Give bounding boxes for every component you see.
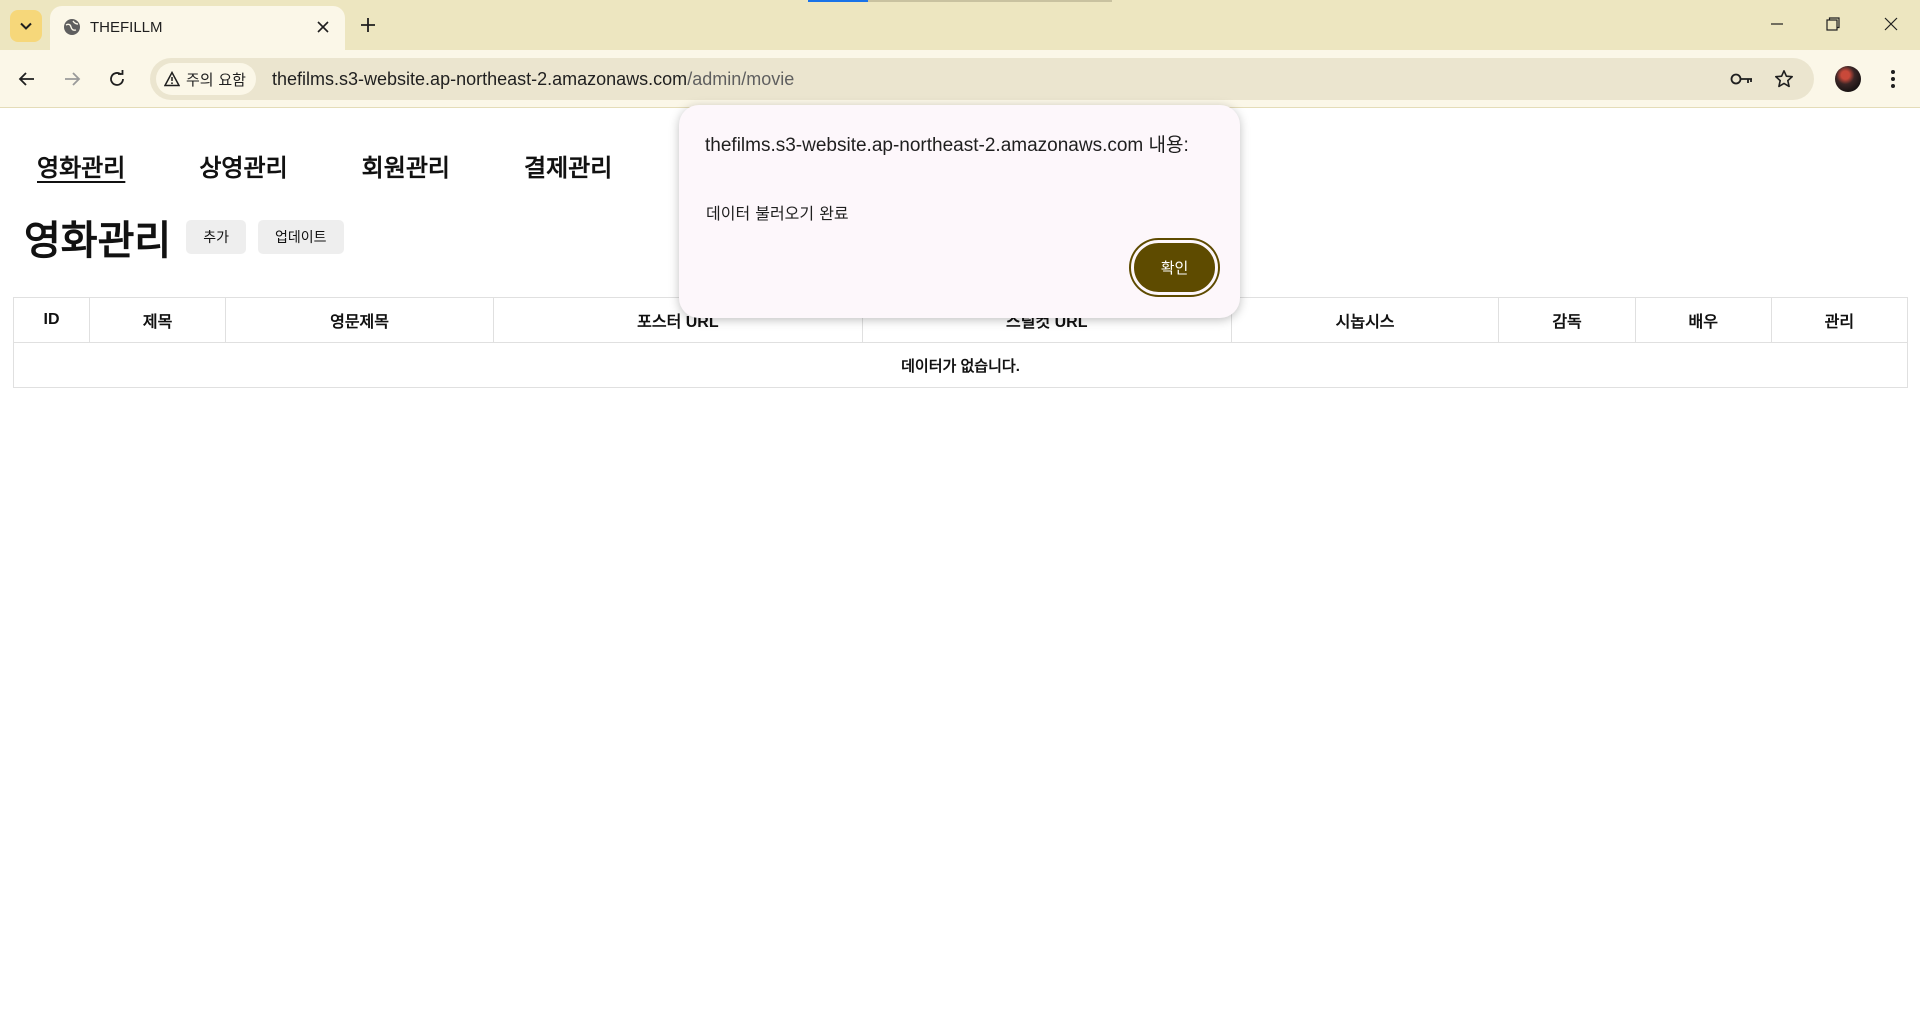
page-title: 영화관리	[24, 219, 172, 263]
browser-tab-strip: THEFILLM	[0, 0, 1920, 50]
more-vertical-icon	[1891, 70, 1895, 88]
tab-strip-edge	[868, 0, 1112, 2]
heading-row: 영화관리 추가 업데이트	[24, 208, 356, 266]
column-header-actors: 배우	[1634, 297, 1772, 343]
add-button[interactable]: 추가	[186, 220, 246, 254]
window-close-button[interactable]	[1868, 8, 1914, 40]
password-key-button[interactable]	[1730, 67, 1754, 91]
browser-menu-button[interactable]	[1878, 64, 1908, 94]
arrow-left-icon	[18, 72, 34, 86]
dialog-message: 데이터 불러오기 완료	[706, 204, 849, 223]
url-host: thefilms.s3-website.ap-northeast-2.amazo…	[272, 69, 688, 89]
tab-close-button[interactable]	[311, 15, 335, 39]
nav-payment-management[interactable]: 결제관리	[524, 148, 612, 183]
new-tab-button[interactable]	[352, 9, 384, 41]
dialog-ok-button[interactable]: 확인	[1131, 240, 1218, 295]
warning-icon	[164, 71, 180, 87]
back-button[interactable]	[10, 62, 44, 96]
table-row: 데이터가 없습니다.	[13, 342, 1908, 388]
browser-tab[interactable]: THEFILLM	[50, 6, 345, 50]
column-header-synopsis: 시놉시스	[1230, 297, 1500, 343]
column-header-director: 감독	[1498, 297, 1636, 343]
reload-button[interactable]	[100, 62, 134, 96]
nav-member-management[interactable]: 회원관리	[362, 148, 450, 183]
plus-icon	[361, 18, 375, 32]
empty-message: 데이터가 없습니다.	[13, 342, 1908, 388]
forward-button[interactable]	[55, 62, 89, 96]
column-header-english-title: 영문제목	[225, 297, 494, 343]
profile-avatar[interactable]	[1835, 66, 1861, 92]
bookmark-star-button[interactable]	[1772, 67, 1796, 91]
column-header-id: ID	[13, 297, 90, 343]
star-icon	[1775, 70, 1793, 88]
arrow-right-icon	[65, 72, 81, 86]
column-header-manage: 관리	[1770, 297, 1909, 343]
admin-nav: 영화관리 상영관리 회원관리 결제관리	[37, 148, 686, 183]
minimize-button[interactable]	[1754, 8, 1800, 40]
loading-indicator	[808, 0, 868, 2]
address-bar[interactable]: 주의 요함 thefilms.s3-website.ap-northeast-2…	[150, 58, 1814, 100]
dialog-title: thefilms.s3-website.ap-northeast-2.amazo…	[705, 135, 1189, 156]
security-chip-label: 주의 요함	[186, 70, 246, 89]
close-icon	[317, 21, 329, 33]
browser-toolbar: 주의 요함 thefilms.s3-website.ap-northeast-2…	[0, 50, 1920, 108]
reload-icon	[110, 70, 124, 86]
url-path: /admin/movie	[687, 69, 795, 89]
url-text[interactable]: thefilms.s3-website.ap-northeast-2.amazo…	[272, 69, 794, 90]
update-button[interactable]: 업데이트	[257, 220, 344, 254]
security-chip[interactable]: 주의 요함	[156, 63, 256, 95]
column-header-title: 제목	[88, 297, 227, 343]
key-icon	[1730, 73, 1752, 85]
alert-dialog: thefilms.s3-website.ap-northeast-2.amazo…	[679, 105, 1240, 318]
restore-icon	[1826, 17, 1840, 31]
tab-search-button[interactable]	[10, 10, 42, 42]
globe-icon	[64, 19, 80, 35]
tab-title: THEFILLM	[90, 19, 163, 36]
chevron-down-icon	[20, 22, 32, 30]
close-icon	[1884, 17, 1898, 31]
restore-button[interactable]	[1810, 8, 1856, 40]
nav-movie-management[interactable]: 영화관리	[37, 148, 125, 183]
minimize-icon	[1771, 23, 1783, 25]
nav-screening-management[interactable]: 상영관리	[199, 148, 287, 183]
